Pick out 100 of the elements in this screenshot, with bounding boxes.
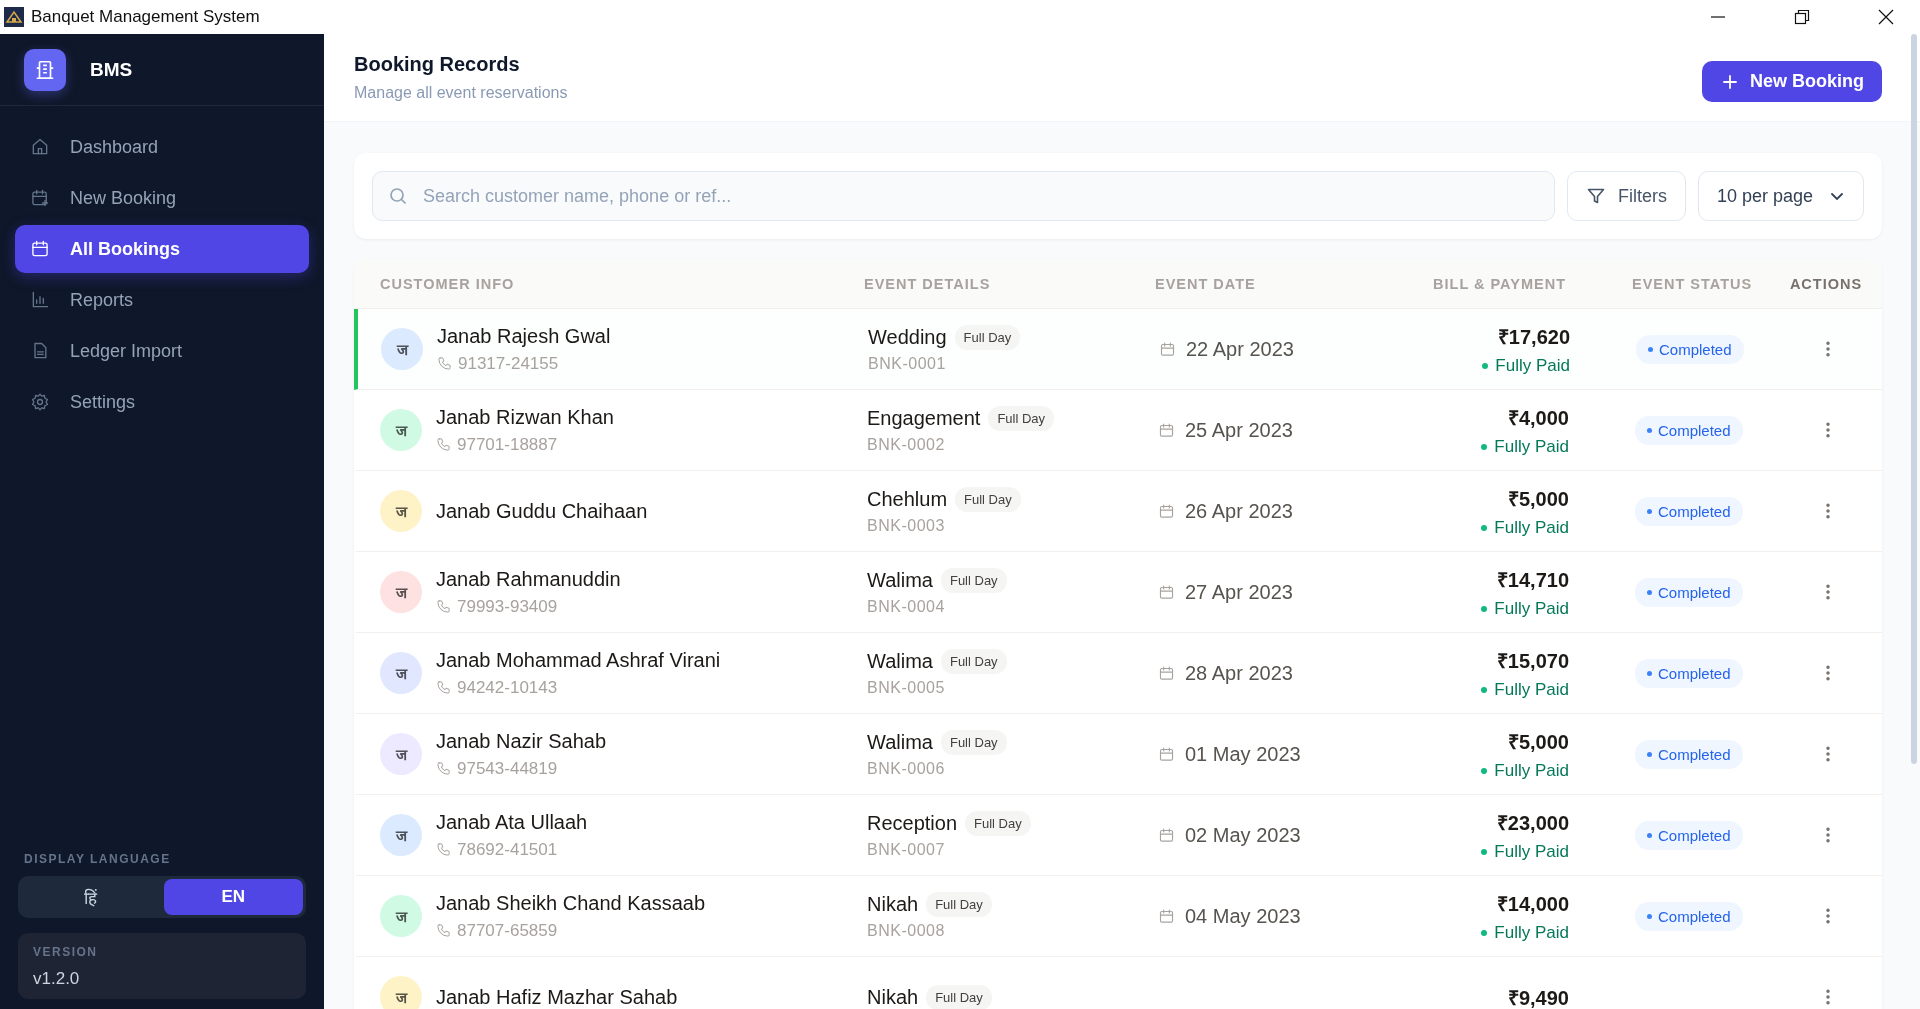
event-date: 22 Apr 2023: [1186, 337, 1294, 361]
booking-ref: BNK-0001: [868, 355, 947, 373]
scrollbar[interactable]: [1911, 34, 1917, 764]
phone-icon: [436, 437, 451, 452]
payment-status: Fully Paid: [1481, 598, 1569, 619]
phone-number: 97543-44819: [457, 758, 558, 779]
column-header: EVENT STATUS: [1631, 275, 1754, 292]
bill-amount: ₹17,620: [1496, 324, 1570, 350]
avatar: ज: [380, 652, 422, 694]
version-label: VERSION: [33, 945, 99, 959]
close-icon[interactable]: [1878, 9, 1894, 25]
brand-name: BMS: [90, 58, 133, 81]
avatar: ज: [380, 490, 422, 532]
phone-icon: [436, 761, 451, 776]
customer-name: Janab Mohammad Ashraf Virani: [436, 648, 721, 672]
phone-icon: [436, 923, 451, 938]
booking-ref: BNK-0002: [867, 436, 946, 454]
status-badge: Completed: [1635, 901, 1743, 931]
bill-amount: ₹14,710: [1495, 567, 1569, 593]
customer-name: Janab Ata Ullaah: [436, 810, 588, 834]
event-date: 26 Apr 2023: [1185, 499, 1293, 523]
nav-item[interactable]: All Bookings: [15, 225, 309, 273]
bill-amount: ₹9,490: [1506, 985, 1569, 1009]
nav-item[interactable]: New Booking: [15, 174, 309, 222]
search-field[interactable]: Search customer name, phone or ref...: [372, 171, 1555, 221]
window-title: Banquet Management System: [31, 7, 260, 27]
customer-name: Janab Sheikh Chand Kassaab: [436, 891, 706, 915]
phone-number: 97701-18887: [457, 434, 558, 455]
calendar-icon: [1158, 583, 1175, 601]
table-row[interactable]: ज Janab Guddu Chaihaan Chehlum Full Day BNK-0003 26 Apr 2023 ₹5,000 Fully Paid Completed: [354, 471, 1882, 552]
payment-status: Fully Paid: [1481, 679, 1569, 700]
booking-ref: BNK-0007: [867, 841, 946, 859]
column-header: CUSTOMER INFO: [379, 275, 516, 292]
app-logo-icon: [4, 7, 24, 27]
payment-status: Fully Paid: [1481, 760, 1569, 781]
table-row[interactable]: ज Janab Rajesh Gwal 91317-24155 Wedding Full Day BNK-0001 22 Apr 2023 ₹17,620 Fully Paid Completed: [354, 309, 1882, 390]
event-type: Walima: [867, 569, 933, 592]
phone-number: 94242-10143: [457, 677, 558, 698]
event-type: Nikah: [867, 893, 919, 916]
phone-icon: [436, 842, 451, 857]
calendar-icon: [30, 239, 50, 259]
event-date: 27 Apr 2023: [1185, 580, 1293, 604]
avatar: ज: [380, 814, 422, 856]
duration-tag: Full Day: [965, 811, 1031, 836]
table-row[interactable]: ज Janab Ata Ullaah 78692-41501 Reception Full Day BNK-0007 02 May 2023 ₹23,000 Fully Paid Completed: [354, 795, 1882, 876]
status-badge: Completed: [1635, 658, 1743, 688]
version-number: v1.2.0: [33, 969, 81, 989]
event-type: Engagement: [867, 407, 981, 430]
nav-item[interactable]: Dashboard: [15, 123, 309, 171]
calendar-icon: [1158, 421, 1175, 439]
payment-status: Fully Paid: [1481, 841, 1569, 862]
event-date: 01 May 2023: [1185, 742, 1301, 766]
nav-item[interactable]: Settings: [15, 378, 309, 426]
column-header: ACTIONS: [1788, 275, 1864, 292]
customer-name: Janab Guddu Chaihaan: [436, 499, 648, 523]
calendar-plus-icon: [30, 188, 50, 208]
per-page-dropdown[interactable]: 10 per page: [1698, 171, 1864, 221]
table-row[interactable]: ज Janab Nazir Sahab 97543-44819 Walima Full Day BNK-0006 01 May 2023 ₹5,000 Fully Paid Completed: [354, 714, 1882, 795]
table-row[interactable]: ज Janab Sheikh Chand Kassaab 87707-65859 Nikah Full Day BNK-0008 04 May 2023 ₹14,000 Fully Paid Completed: [354, 876, 1882, 957]
payment-status: Fully Paid: [1481, 517, 1569, 538]
event-type: Chehlum: [867, 488, 948, 511]
table-row[interactable]: ज Janab Rahmanuddin 79993-93409 Walima Full Day BNK-0004 27 Apr 2023 ₹14,710 Fully Paid Completed: [354, 552, 1882, 633]
status-badge: Completed: [1636, 334, 1744, 364]
customer-name: Janab Hafiz Mazhar Sahab: [436, 985, 678, 1009]
bill-amount: ₹5,000: [1506, 486, 1569, 512]
phone-number: 91317-24155: [458, 353, 559, 374]
plus-icon: [1722, 73, 1738, 90]
event-date: 04 May 2023: [1185, 904, 1301, 928]
status-badge: Completed: [1635, 577, 1743, 607]
payment-status: Fully Paid: [1481, 436, 1569, 457]
nav-item[interactable]: Ledger Import: [15, 327, 309, 375]
status-badge: Completed: [1635, 496, 1743, 526]
language-option[interactable]: हिं: [21, 879, 161, 915]
bill-amount: ₹14,000: [1495, 891, 1569, 917]
customer-name: Janab Rizwan Khan: [436, 405, 614, 429]
duration-tag: Full Day: [926, 984, 992, 1009]
status-badge: Completed: [1635, 820, 1743, 850]
phone-number: 78692-41501: [457, 839, 558, 860]
language-option[interactable]: EN: [163, 879, 303, 915]
booking-ref: BNK-0008: [867, 922, 946, 940]
booking-ref: BNK-0004: [867, 598, 946, 616]
new-booking-button[interactable]: New Booking: [1702, 61, 1882, 102]
calendar-icon: [1158, 502, 1175, 520]
calendar-icon: [1158, 664, 1175, 682]
table-row[interactable]: ज Janab Hafiz Mazhar Sahab Nikah Full Day ₹9,490: [354, 957, 1882, 1009]
booking-ref: BNK-0006: [867, 760, 946, 778]
phone-icon: [436, 599, 451, 614]
avatar: ज: [380, 409, 422, 451]
column-header: EVENT DETAILS: [864, 275, 992, 292]
payment-status: Fully Paid: [1482, 355, 1570, 376]
restore-icon[interactable]: [1794, 9, 1810, 25]
avatar: ज: [380, 895, 422, 937]
table-row[interactable]: ज Janab Mohammad Ashraf Virani 94242-10143 Walima Full Day BNK-0005 28 Apr 2023 ₹15,070 Fully Paid Completed: [354, 633, 1882, 714]
table-row[interactable]: ज Janab Rizwan Khan 97701-18887 Engagement Full Day BNK-0002 25 Apr 2023 ₹4,000 Fully Paid Completed: [354, 390, 1882, 471]
filters-button[interactable]: Filters: [1567, 171, 1686, 221]
event-date: 25 Apr 2023: [1185, 418, 1293, 442]
nav-item[interactable]: Reports: [15, 276, 309, 324]
page-subtitle: Manage all event reservations: [354, 84, 569, 102]
column-header: BILL & PAYMENT: [1432, 275, 1566, 292]
booking-ref: BNK-0003: [867, 517, 946, 535]
